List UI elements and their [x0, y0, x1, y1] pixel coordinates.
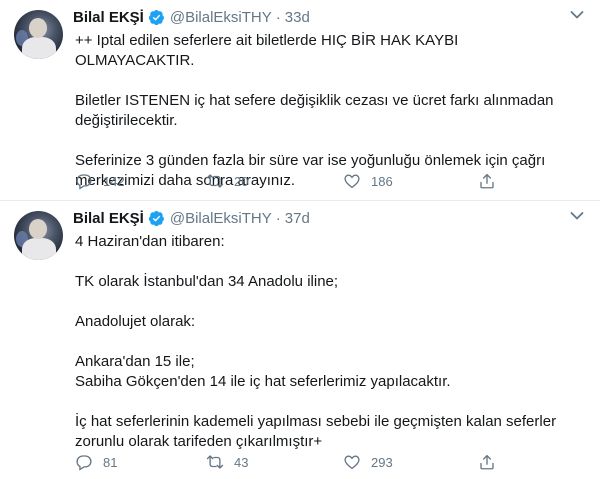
- retweet-count: 20: [234, 173, 249, 189]
- tweet-line: değiştirilecektir.: [75, 112, 178, 129]
- tweet[interactable]: Bilal EKŞİ @BilalEksiTHY · 37d 4 Haziran…: [0, 201, 600, 479]
- tweet-line: Sabiha Gökçen'den 14 ile iç hat seferler…: [75, 373, 451, 390]
- separator-dot: ·: [275, 8, 281, 26]
- tweet-line: [75, 252, 575, 272]
- like-button[interactable]: 293: [343, 453, 393, 471]
- reply-count: 142: [103, 173, 125, 189]
- tweet-line: ++ Iptal edilen seferlere ait biletlerde…: [75, 32, 459, 69]
- like-count: 293: [371, 454, 393, 470]
- author-name[interactable]: Bilal EKŞİ: [73, 9, 144, 26]
- retweet-button[interactable]: 43: [206, 453, 248, 471]
- tweet-line: Anadolujet olarak:: [75, 313, 196, 330]
- tweet-line: İç hat seferlerinin kademeli yapılması s…: [75, 413, 557, 430]
- reply-icon: [76, 174, 92, 190]
- tweet-time[interactable]: 33d: [285, 9, 310, 26]
- tweet-line: [75, 292, 575, 312]
- retweet-icon: [206, 174, 224, 188]
- share-button[interactable]: [478, 453, 506, 471]
- tweet-line: TK olarak İstanbul'dan 34 Anadolu iline;: [75, 273, 339, 290]
- avatar[interactable]: [14, 10, 63, 59]
- reply-count: 81: [103, 454, 118, 470]
- tweet-line: [75, 131, 575, 151]
- tweet-actions: 81 43 293: [75, 451, 595, 473]
- tweet-text: 4 Haziran'dan itibaren: TK olarak İstanb…: [75, 232, 575, 452]
- tweet-time[interactable]: 37d: [285, 210, 310, 227]
- like-count: 186: [371, 173, 393, 189]
- tweet-line: zorunlu olarak tarifeden çıkarılmıştır+: [75, 433, 323, 450]
- author-handle[interactable]: @BilalEksiTHY: [170, 210, 272, 227]
- tweet-line: Ankara'dan 15 ile;: [75, 353, 195, 370]
- avatar[interactable]: [14, 211, 63, 260]
- reply-button[interactable]: 81: [75, 453, 117, 471]
- reply-button[interactable]: 142: [75, 172, 125, 190]
- author-handle[interactable]: @BilalEksiTHY: [170, 9, 272, 26]
- retweet-count: 43: [234, 454, 249, 470]
- share-button[interactable]: [478, 172, 506, 190]
- tweet-line: [75, 71, 575, 91]
- tweet-text: ++ Iptal edilen seferlere ait biletlerde…: [75, 31, 575, 191]
- like-icon: [344, 455, 360, 470]
- tweet-line: Biletler ISTENEN iç hat sefere değişikli…: [75, 92, 554, 109]
- like-icon: [344, 174, 360, 189]
- retweet-icon: [206, 455, 224, 469]
- share-icon: [480, 454, 494, 470]
- tweet-line: [75, 392, 575, 412]
- separator-dot: ·: [275, 209, 281, 227]
- tweet-line: 4 Haziran'dan itibaren:: [75, 233, 225, 250]
- chevron-down-icon[interactable]: [570, 211, 584, 221]
- tweet-line: [75, 332, 575, 352]
- verified-badge-icon: [148, 9, 164, 25]
- tweet-header: Bilal EKŞİ @BilalEksiTHY · 37d: [73, 208, 310, 228]
- share-icon: [480, 173, 494, 189]
- verified-badge-icon: [148, 210, 164, 226]
- reply-icon: [76, 455, 92, 471]
- tweet-line: Seferinize 3 günden fazla bir süre var i…: [75, 152, 546, 169]
- retweet-button[interactable]: 20: [206, 172, 248, 190]
- tweet[interactable]: Bilal EKŞİ @BilalEksiTHY · 33d ++ Iptal …: [0, 0, 600, 201]
- like-button[interactable]: 186: [343, 172, 393, 190]
- chevron-down-icon[interactable]: [570, 10, 584, 20]
- tweet-actions: 142 20 186: [75, 170, 595, 192]
- author-name[interactable]: Bilal EKŞİ: [73, 210, 144, 227]
- tweet-header: Bilal EKŞİ @BilalEksiTHY · 33d: [73, 7, 310, 27]
